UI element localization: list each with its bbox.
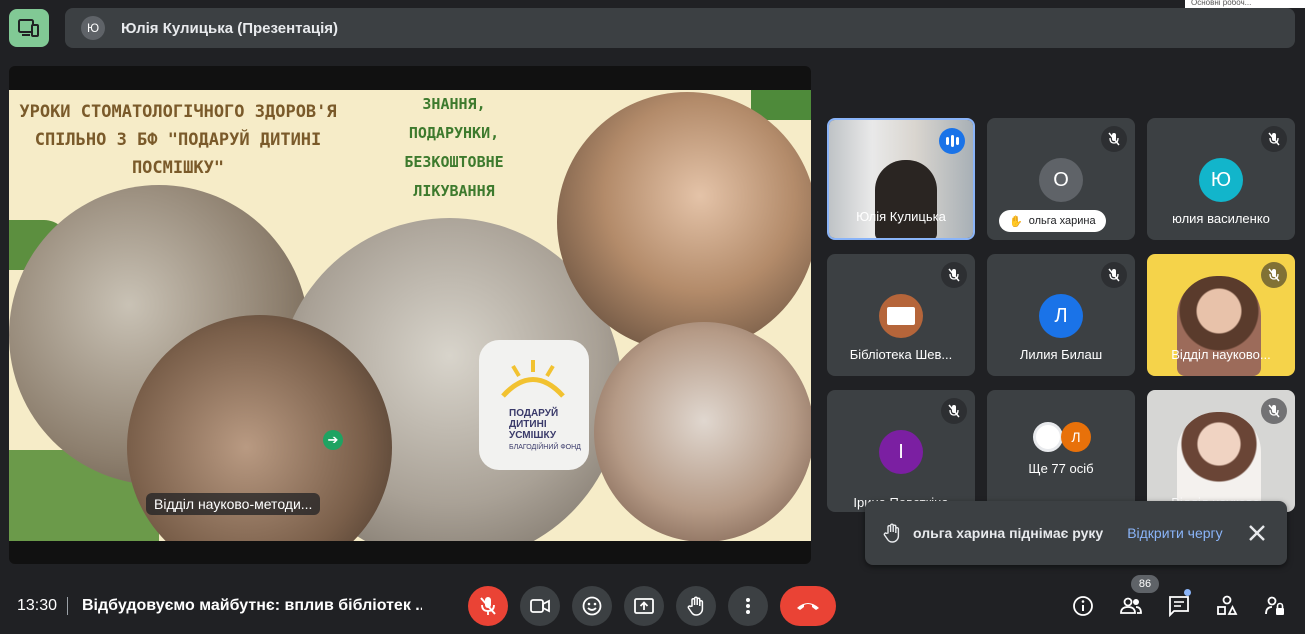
raised-hand-pill: ✋ ольга харина [999, 210, 1106, 232]
more-options-button[interactable] [728, 586, 768, 626]
avatar: Ю [1199, 158, 1243, 202]
more-vert-icon [746, 598, 750, 614]
sun-logo-icon [501, 360, 565, 398]
camera-button[interactable] [520, 586, 560, 626]
speaking-indicator-icon [939, 128, 965, 154]
open-queue-link[interactable]: Відкрити чергу [1127, 525, 1222, 541]
microphone-button[interactable] [468, 586, 508, 626]
raised-hand-name: ольга харина [1028, 215, 1096, 227]
presentation-slide: ПОДАРУЙ ДИТИНІ УСМІШКУ БЛАГОДІЙНИЙ ФОНД … [9, 90, 811, 541]
meeting-details-button[interactable] [1069, 592, 1097, 620]
slide-title: УРОКИ СТОМАТОЛОГІЧНОГО ЗДОРОВ'Я СПІЛЬНО … [19, 102, 337, 178]
participant-tile[interactable]: Юлія Кулицька [827, 118, 975, 240]
avatar: Л [1061, 422, 1091, 452]
shirt-logo: ПОДАРУЙ ДИТИНІ УСМІШКУ БЛАГОДІЙНИЙ ФОНД [479, 340, 589, 470]
participant-tile[interactable]: Відділ науково... [1147, 390, 1295, 512]
camera-icon [530, 599, 550, 613]
present-screen-icon [634, 598, 654, 614]
participant-tile[interactable]: І Ірина Повєткіна [827, 390, 975, 512]
more-participants-label: Ще 77 осіб [1028, 461, 1094, 476]
avatar: І [879, 430, 923, 474]
participant-tile[interactable]: Л Лилия Билаш [987, 254, 1135, 376]
meeting-title: Відбудовуємо майбутнє: вплив бібліотек .… [82, 597, 422, 614]
raise-hand-button[interactable] [676, 586, 716, 626]
presenter-avatar: Ю [81, 16, 105, 40]
participant-name: юлия василенко [1172, 211, 1270, 226]
close-icon[interactable] [1245, 521, 1269, 545]
toast-message: ольга харина піднімає руку [913, 525, 1104, 541]
layout-icon [18, 19, 39, 37]
hand-icon [883, 523, 900, 543]
slide-subtitle: ЗНАННЯ, ПОДАРУНКИ, БЕЗКОШТОВНЕ ЛІКУВАННЯ [404, 95, 504, 200]
participant-name: Юлія Кулицька [856, 209, 946, 224]
mic-off-icon [1261, 398, 1287, 424]
mic-off-icon [1261, 262, 1287, 288]
notification-dot [1184, 589, 1191, 596]
participant-tile[interactable]: Ю юлия василенко [1147, 118, 1295, 240]
mic-off-icon [1101, 126, 1127, 152]
host-controls-button[interactable] [1261, 592, 1289, 620]
chat-button[interactable] [1165, 592, 1193, 620]
arrow-right-icon: ➔ [323, 430, 343, 450]
clock: 13:30 [17, 597, 58, 614]
participant-name: Бібліотека Шев... [849, 347, 953, 362]
avatar: О [1039, 158, 1083, 202]
activities-button[interactable] [1213, 592, 1241, 620]
library-mini-avatar [1033, 422, 1063, 452]
divider [67, 597, 68, 615]
kids-drawing-photo [594, 322, 811, 541]
participant-tile[interactable]: О ✋ ольга харина [987, 118, 1135, 240]
people-button[interactable] [1117, 592, 1145, 620]
info-icon [1073, 596, 1093, 616]
participant-tile[interactable]: Відділ науково... [1147, 254, 1295, 376]
person-silhouette [875, 160, 937, 238]
hand-icon: ✋ [1009, 215, 1023, 228]
girl-toothbrush-photo [557, 92, 811, 352]
presenter-label: Юлія Кулицька (Презентація) [121, 19, 338, 37]
corner-note: Основні робоч... [1185, 0, 1305, 8]
raised-hand-toast: ольга харина піднімає руку Відкрити черг… [865, 501, 1287, 565]
more-participants-tile[interactable]: Л Ще 77 осіб [987, 390, 1135, 512]
mic-off-icon [941, 262, 967, 288]
reactions-button[interactable] [572, 586, 612, 626]
presenter-bar: Ю Юлія Кулицька (Презентація) [65, 8, 1295, 48]
side-panel-toggle-button[interactable] [9, 9, 49, 47]
participant-name: Лилия Билаш [1019, 347, 1103, 362]
mic-off-icon [1101, 262, 1127, 288]
shirt-text: ПОДАРУЙ ДИТИНІ УСМІШКУ [509, 408, 559, 441]
shirt-subtext: БЛАГОДІЙНИЙ ФОНД [509, 444, 581, 451]
mic-off-icon [941, 398, 967, 424]
emoji-icon [582, 596, 602, 616]
leave-call-button[interactable] [780, 586, 836, 626]
mic-off-icon [480, 597, 496, 615]
avatar: Л [1039, 294, 1083, 338]
hand-icon [687, 596, 704, 616]
library-logo [879, 294, 923, 338]
presenting-tile-label: Відділ науково-методи... [146, 493, 321, 515]
participant-name: Відділ науково... [1171, 347, 1271, 362]
present-button[interactable] [624, 586, 664, 626]
people-icon [1120, 597, 1142, 614]
shapes-icon [1217, 595, 1238, 615]
hang-up-icon [797, 603, 819, 610]
participants-count-badge: 86 [1131, 575, 1159, 593]
chat-icon [1169, 596, 1189, 617]
presentation-stage: ПОДАРУЙ ДИТИНІ УСМІШКУ БЛАГОДІЙНИЙ ФОНД … [9, 66, 811, 564]
mic-off-icon [1261, 126, 1287, 152]
lock-person-icon [1265, 596, 1284, 615]
participant-tile[interactable]: Бібліотека Шев... [827, 254, 975, 376]
